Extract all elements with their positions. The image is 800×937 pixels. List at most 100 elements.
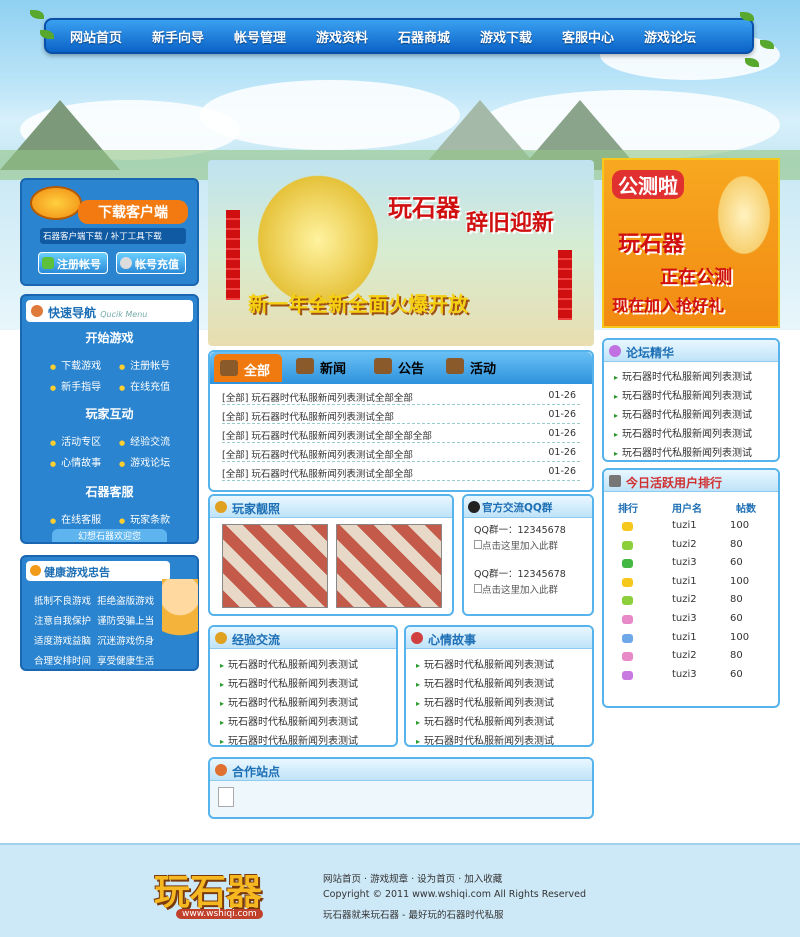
recharge-button[interactable]: 帐号充值 <box>116 252 186 274</box>
qq-join-link[interactable]: 点击这里加入此群 <box>474 538 558 552</box>
footer-link-rules[interactable]: 游戏规章 <box>370 874 408 885</box>
rank-posts: 60 <box>730 613 743 624</box>
health-panel: 健康游戏忠告 抵制不良游戏 拒绝盗版游戏 注意自我保护 谨防受骗上当 适度游戏益… <box>20 555 199 671</box>
rank-posts: 100 <box>730 575 750 587</box>
rank-username[interactable]: tuzi2 <box>672 650 697 661</box>
scroll-icon <box>215 632 227 644</box>
news-tabs: 全部 新闻 公告 活动 <box>210 352 592 384</box>
download-sub[interactable]: 石器客户端下载 / 补丁工具下载 <box>40 228 186 244</box>
link-activity[interactable]: 活动专区 <box>50 433 101 448</box>
nav-gamedata[interactable]: 游戏资料 <box>316 27 368 46</box>
rank-username[interactable]: tuzi1 <box>672 520 697 531</box>
player-photo[interactable] <box>336 524 442 608</box>
rank-username[interactable]: tuzi3 <box>672 557 697 568</box>
news-row[interactable]: [全部] 玩石器时代私服新闻列表测试全部全部 01-26 <box>222 386 580 405</box>
user-col-header: 用户名 <box>672 504 702 515</box>
story-item[interactable]: 玩石器时代私服新闻列表测试 <box>416 656 554 671</box>
forum-item[interactable]: 玩石器时代私服新闻列表测试 <box>614 444 752 459</box>
story-item[interactable]: 玩石器时代私服新闻列表测试 <box>416 694 554 709</box>
promo-banner[interactable]: 公测啦 玩石器 正在公测 现在加入抢好礼 <box>602 158 780 328</box>
tab-news[interactable]: 新闻 <box>296 358 346 377</box>
nav-service[interactable]: 客服中心 <box>562 27 614 46</box>
posts-col-header: 帖数 <box>736 504 756 515</box>
forum-item[interactable]: 玩石器时代私服新闻列表测试 <box>614 387 752 402</box>
story-panel: 心情故事 玩石器时代私服新闻列表测试 玩石器时代私服新闻列表测试 玩石器时代私服… <box>404 625 594 747</box>
photos-panel: 玩家靓照 <box>208 494 454 616</box>
rank-username[interactable]: tuzi3 <box>672 613 697 624</box>
link-recharge[interactable]: 在线充值 <box>119 378 170 393</box>
qq-group-2: QQ群一：12345678 <box>474 569 566 580</box>
nav-home[interactable]: 网站首页 <box>70 27 122 46</box>
news-row[interactable]: [全部] 玩石器时代私服新闻列表测试全部全部 01-26 <box>222 443 580 462</box>
rank-username[interactable]: tuzi1 <box>672 576 697 587</box>
footer-link-favorite[interactable]: 加入收藏 <box>464 874 502 885</box>
link-guide[interactable]: 新手指导 <box>50 378 101 393</box>
flower-icon <box>215 764 227 776</box>
promo-t1: 公测啦 <box>612 170 684 199</box>
info-icon <box>30 565 41 576</box>
main-banner[interactable]: 玩石器 辞旧迎新 新一年全新全面火爆开放 <box>208 160 594 346</box>
footer-link-sethome[interactable]: 设为首页 <box>417 874 455 885</box>
crab-icon <box>411 632 423 644</box>
photos-header: 玩家靓照 <box>210 496 452 518</box>
nav-mall[interactable]: 石器商城 <box>398 27 450 46</box>
coin-icon <box>120 257 132 269</box>
experience-item[interactable]: 玩石器时代私服新闻列表测试 <box>220 656 358 671</box>
forum-item[interactable]: 玩石器时代私服新闻列表测试 <box>614 406 752 421</box>
qq-join-link[interactable]: 点击这里加入此群 <box>474 582 558 596</box>
nav-account[interactable]: 帐号管理 <box>234 27 286 46</box>
forum-header: 论坛精华 <box>604 340 778 362</box>
experience-item[interactable]: 玩石器时代私服新闻列表测试 <box>220 694 358 709</box>
link-download-game[interactable]: 下载游戏 <box>50 357 101 372</box>
rank-username[interactable]: tuzi1 <box>672 632 697 643</box>
section-start-game: 开始游戏 <box>85 331 134 345</box>
link-online-service[interactable]: 在线客服 <box>50 511 101 526</box>
broken-image-icon <box>474 584 482 593</box>
download-client-button[interactable]: 下载客户端 <box>78 200 188 224</box>
rank-badge-icon <box>622 577 633 587</box>
rank-username[interactable]: tuzi2 <box>672 594 697 605</box>
rank-username[interactable]: tuzi2 <box>672 539 697 550</box>
news-row[interactable]: [全部] 玩石器时代私服新闻列表测试全部 01-26 <box>222 405 580 424</box>
tab-activity[interactable]: 活动 <box>446 358 496 377</box>
news-row[interactable]: [全部] 玩石器时代私服新闻列表测试全部全部 01-26 <box>222 462 580 481</box>
tab-notice[interactable]: 公告 <box>374 358 424 377</box>
forum-item[interactable]: 玩石器时代私服新闻列表测试 <box>614 368 752 383</box>
nav-forum[interactable]: 游戏论坛 <box>644 27 696 46</box>
news-row[interactable]: [全部] 玩石器时代私服新闻列表测试全部全部全部 01-26 <box>222 424 580 443</box>
banner-slogan: 新一年全新全面火爆开放 <box>248 292 468 316</box>
nav-download[interactable]: 游戏下载 <box>480 27 532 46</box>
link-forum[interactable]: 游戏论坛 <box>119 454 170 469</box>
forum-item[interactable]: 玩石器时代私服新闻列表测试 <box>614 425 752 440</box>
promo-t3: 正在公测 <box>660 267 732 288</box>
footer-copyright: Copyright © 2011 www.wshiqi.com All Righ… <box>323 889 586 900</box>
register-button[interactable]: 注册帐号 <box>38 252 108 274</box>
broken-image-icon <box>218 787 234 807</box>
experience-item[interactable]: 玩石器时代私服新闻列表测试 <box>220 713 358 728</box>
qq-header: 官方交流QQ群 <box>464 496 592 518</box>
experience-item[interactable]: 玩石器时代私服新闻列表测试 <box>220 732 358 747</box>
nav-newbie[interactable]: 新手向导 <box>152 27 204 46</box>
footer-link-home[interactable]: 网站首页 <box>323 874 361 885</box>
tab-all[interactable]: 全部 <box>214 354 282 382</box>
experience-item[interactable]: 玩石器时代私服新闻列表测试 <box>220 675 358 690</box>
welcome-text: 幻想石器欢迎您 <box>52 529 167 542</box>
rank-username[interactable]: tuzi3 <box>672 669 697 680</box>
qq-group-1: QQ群一：12345678 <box>474 525 566 536</box>
rank-badge-icon <box>622 633 633 643</box>
player-photo[interactable] <box>222 524 328 608</box>
rank-badge-icon <box>622 652 633 662</box>
axe-icon <box>446 358 464 374</box>
rank-posts: 100 <box>730 631 750 643</box>
story-item[interactable]: 玩石器时代私服新闻列表测试 <box>416 732 554 747</box>
partners-header: 合作站点 <box>210 759 592 781</box>
link-story[interactable]: 心情故事 <box>50 454 101 469</box>
link-terms[interactable]: 玩家条款 <box>119 511 170 526</box>
link-register[interactable]: 注册帐号 <box>119 357 170 372</box>
story-item[interactable]: 玩石器时代私服新闻列表测试 <box>416 675 554 690</box>
story-item[interactable]: 玩石器时代私服新闻列表测试 <box>416 713 554 728</box>
promo-t2: 玩石器 <box>618 232 685 257</box>
banner-title2: 辞旧迎新 <box>466 211 555 236</box>
register-icon <box>42 257 54 269</box>
link-experience[interactable]: 经验交流 <box>119 433 170 448</box>
